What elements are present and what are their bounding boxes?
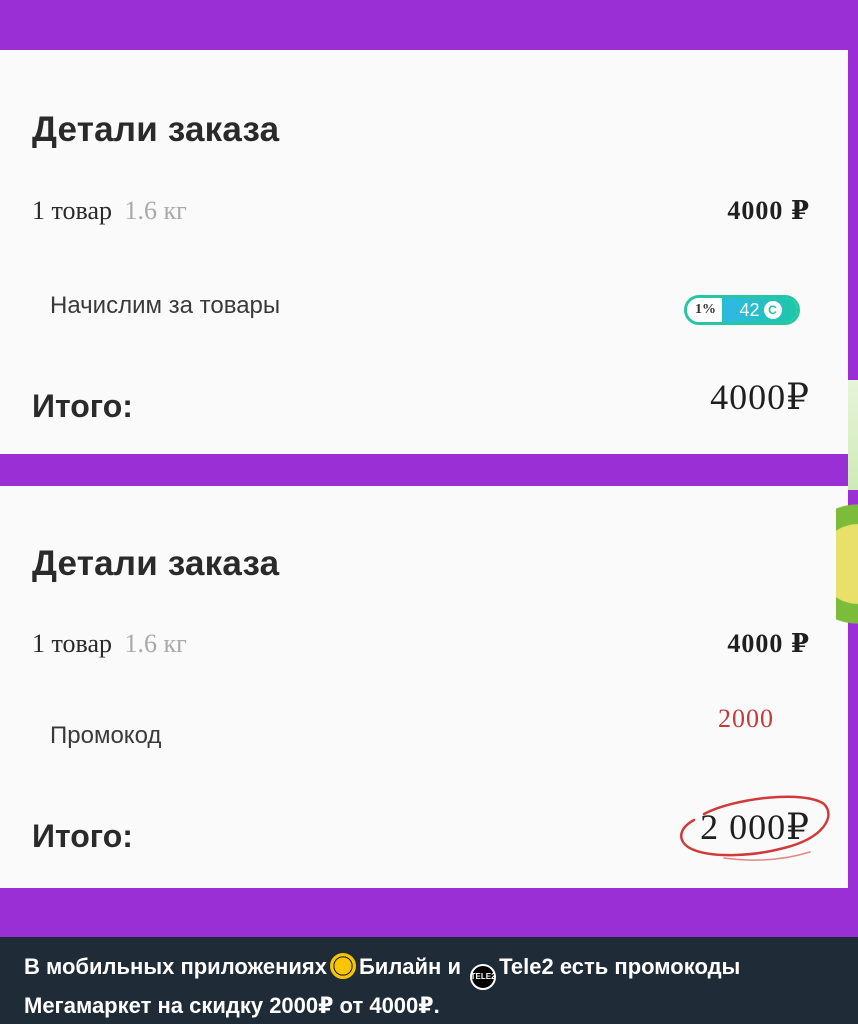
- bonus-badge: 1% 42 С: [684, 295, 800, 325]
- items-price: 4000 ₽: [727, 196, 810, 225]
- bonus-coin-icon: С: [763, 301, 782, 319]
- order-details-card-1: Детали заказа 1 товар 1.6 кг 4000 ₽ Начи…: [0, 50, 848, 454]
- items-row: 1 товар 1.6 кг: [32, 629, 187, 659]
- caption-text-1: В мобильных приложениях: [24, 954, 327, 979]
- tele2-icon: TELE2: [470, 964, 497, 990]
- items-weight: 1.6 кг: [124, 196, 187, 225]
- promo-value: 2000: [718, 704, 774, 733]
- red-circle-highlight: [680, 795, 830, 861]
- card-title: Детали заказа: [32, 110, 280, 149]
- total-value: 4000₽: [710, 377, 810, 417]
- card-title: Детали заказа: [32, 544, 280, 583]
- total-label: Итого:: [32, 818, 133, 854]
- promo-label: Промокод: [50, 722, 162, 749]
- order-details-card-2: Детали заказа 1 товар 1.6 кг 4000 ₽ Пром…: [0, 486, 848, 888]
- items-count: 1 товар: [32, 629, 112, 658]
- caption-bar: В мобильных приложениях Билайн и TELE2 Tel…: [0, 937, 858, 1024]
- caption-text-2: Билайн и: [358, 954, 468, 979]
- decorative-edge: [836, 500, 858, 660]
- bonus-percent: 1%: [687, 298, 724, 322]
- items-count: 1 товар: [32, 196, 112, 225]
- decorative-edge: [848, 380, 858, 490]
- bonus-amount-pill: 42 С: [724, 298, 797, 322]
- bonus-label: Начислим за товары: [50, 292, 281, 319]
- items-row: 1 товар 1.6 кг: [32, 196, 187, 226]
- items-weight: 1.6 кг: [124, 629, 187, 658]
- items-price: 4000 ₽: [727, 629, 810, 658]
- total-label: Итого:: [32, 388, 133, 424]
- bonus-amount: 42: [739, 299, 760, 320]
- beeline-icon: [329, 953, 356, 979]
